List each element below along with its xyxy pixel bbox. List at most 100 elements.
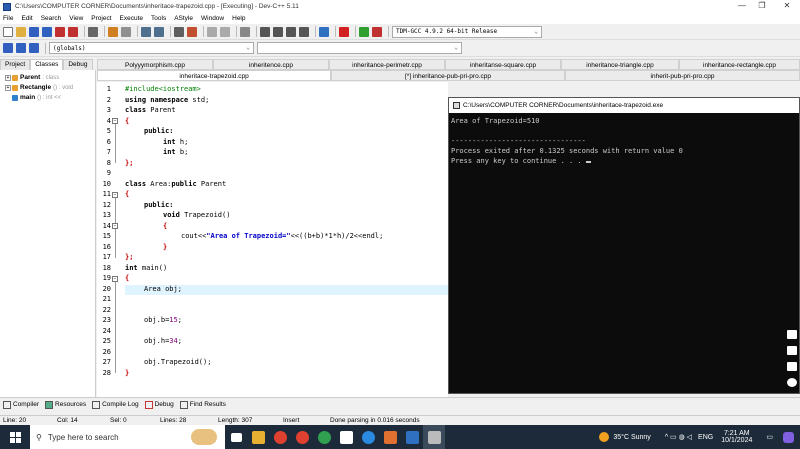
window-icon[interactable] [787,362,797,371]
editor-tab[interactable]: inheritence.cpp [213,59,329,70]
insert-icon[interactable] [3,43,13,53]
taskbar-file-explorer[interactable] [247,425,269,449]
chevron-down-icon: ⌄ [454,44,458,51]
taskbar-edge[interactable] [357,425,379,449]
editor-tab[interactable]: inheritance-perimetr.cpp [329,59,445,70]
compile-run-icon[interactable] [286,26,296,37]
editor-tab[interactable]: inherit-pub-pri-pro.cpp [565,70,800,81]
goto-bookmark-icon[interactable] [29,43,39,53]
save-all-icon[interactable] [42,26,52,37]
status-sel: Sel: 0 [110,417,127,424]
fold-toggle-icon[interactable]: − [112,118,118,124]
editor-tab[interactable]: [*] inheritance-pub-pri-pro.cpp [331,70,565,81]
tab-project[interactable]: Project [0,59,31,70]
goto-line-icon[interactable] [174,26,184,37]
save-icon[interactable] [29,26,39,37]
weather-text[interactable]: 35°C Sunny [613,434,650,441]
bookmark-icon[interactable] [187,26,197,37]
open-icon[interactable] [16,26,26,37]
rebuild-icon[interactable] [299,26,309,37]
camera-icon[interactable] [787,330,797,339]
fold-toggle-icon[interactable]: − [112,192,118,198]
fold-toggle-icon[interactable]: − [112,276,118,282]
redo-icon[interactable] [121,26,131,37]
fold-toggle-icon[interactable]: − [112,223,118,229]
undo-icon[interactable] [108,26,118,37]
menu-execute[interactable]: Execute [120,15,144,22]
taskbar-chrome-2[interactable] [291,425,313,449]
main-toolbar: TDM-GCC 4.9.2 64-bit Release ⌄ [0,24,800,40]
copilot-icon[interactable] [783,431,794,443]
taskbar-chrome[interactable] [269,425,291,449]
maximize-button[interactable]: ❐ [755,1,769,10]
profile-icon[interactable] [359,26,369,37]
new-file-icon[interactable] [3,26,13,37]
editor-tab[interactable]: inheritanse-square.cpp [445,59,561,70]
toggle-icon[interactable] [240,26,250,37]
print-icon[interactable] [88,26,98,37]
tab-debug-bottom[interactable]: Debug [144,400,174,409]
taskbar-search[interactable]: ⚲ Type here to search [30,425,225,449]
taskbar-task-view[interactable] [225,425,247,449]
editor-tab[interactable]: inheritance-rectangle.cpp [679,59,800,70]
unindent-icon[interactable] [220,26,230,37]
tab-compiler[interactable]: Compiler [3,400,39,409]
class-tree-item-rectangle[interactable]: + Rectangle () : void [5,84,73,91]
tab-classes[interactable]: Classes [30,59,64,70]
menu-search[interactable]: Search [41,15,62,22]
class-tree-item-parent[interactable]: + Parent : class [5,74,59,81]
taskbar-app[interactable] [335,425,357,449]
compile-icon[interactable] [260,26,270,37]
menu-file[interactable]: File [3,15,13,22]
expand-icon[interactable]: + [5,84,11,91]
editor-tab[interactable]: Polyyymorphism.cpp [97,59,213,70]
taskbar-chrome-3[interactable] [313,425,335,449]
start-button[interactable] [0,425,30,449]
tab-compile-log[interactable]: Compile Log [92,400,139,409]
weather-icon[interactable] [599,432,610,442]
tab-debug[interactable]: Debug [63,59,93,70]
indent-icon[interactable] [207,26,217,37]
notification-icon[interactable]: ▭ [766,433,773,441]
class-tree-item-main[interactable]: main () : int << [12,94,61,101]
taskbar-app-orange[interactable] [379,425,401,449]
editor-tab[interactable]: inheritance-triangle.cpp [561,59,679,70]
editor-tab-active[interactable]: inheritace-trapezoid.cpp [97,70,331,81]
console-window[interactable]: C:\Users\COMPUTER CORNER\Documents\inher… [448,97,800,394]
line-number: 2 [106,95,111,104]
run-icon[interactable] [273,26,283,37]
tab-resources[interactable]: Resources [45,400,86,409]
taskbar-console[interactable] [423,425,445,449]
close-all-icon[interactable] [68,26,78,37]
replace-icon[interactable] [154,26,164,37]
menu-help[interactable]: Help [232,15,245,22]
toggle-bookmark-icon[interactable] [16,43,26,53]
minimize-button[interactable]: — [735,1,749,10]
settings-icon[interactable] [787,378,797,387]
debug-icon[interactable] [372,26,382,37]
menu-view[interactable]: View [69,15,83,22]
check-syntax-icon[interactable] [319,26,329,37]
member-select[interactable]: ⌄ [257,42,462,54]
line-number: 5 [106,127,111,135]
menu-tools[interactable]: Tools [151,15,166,22]
menu-edit[interactable]: Edit [21,15,32,22]
tab-find-results[interactable]: Find Results [179,400,226,409]
menu-window[interactable]: Window [201,15,224,22]
clock[interactable]: 7:21 AM 10/1/2024 [721,430,752,444]
expand-icon[interactable]: + [5,74,11,81]
taskbar-devcpp[interactable] [401,425,423,449]
line-number: 17 [102,253,111,261]
tray-icons[interactable]: ^ ▭ ◍ ◁ [665,433,692,441]
scope-select[interactable]: (globals) ⌄ [49,42,254,54]
find-icon[interactable] [141,26,151,37]
stop-execution-icon[interactable] [339,26,349,37]
menu-astyle[interactable]: AStyle [174,15,193,22]
close-button[interactable]: ✕ [780,1,794,10]
video-icon[interactable] [787,346,797,355]
menu-project[interactable]: Project [91,15,111,22]
close-file-icon[interactable] [55,26,65,37]
compiler-select[interactable]: TDM-GCC 4.9.2 64-bit Release ⌄ [392,25,542,38]
code-editor[interactable]: 1 2 3 4 5 6 7 8 9 10 11 12 13 14 15 16 1… [97,82,448,397]
language-indicator[interactable]: ENG [698,434,713,441]
